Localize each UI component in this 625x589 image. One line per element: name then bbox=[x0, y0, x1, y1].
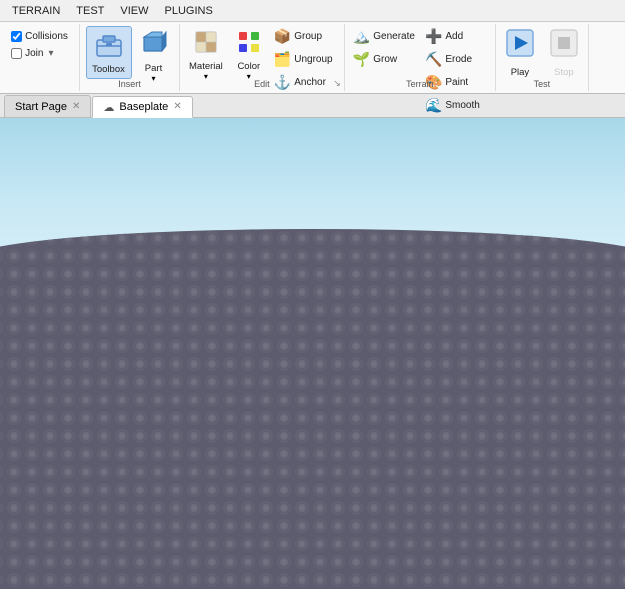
generate-label: Generate bbox=[373, 31, 415, 42]
ungroup-icon: 🗂️ bbox=[274, 51, 291, 68]
material-button[interactable]: Material ▾ bbox=[184, 26, 228, 84]
menu-terrain[interactable]: TERRAIN bbox=[4, 3, 68, 19]
toolbox-label: Toolbox bbox=[92, 64, 125, 75]
color-icon bbox=[236, 29, 262, 59]
tab-start-page-label: Start Page bbox=[15, 101, 67, 113]
part-button[interactable]: Part ▾ bbox=[134, 26, 174, 86]
tab-start-page-close[interactable]: ✕ bbox=[72, 102, 80, 112]
material-label: Material bbox=[189, 61, 223, 72]
stop-icon bbox=[550, 29, 578, 65]
ungroup-button[interactable]: 🗂️ Ungroup bbox=[270, 49, 340, 70]
group-icon: 📦 bbox=[274, 28, 291, 45]
generate-button[interactable]: 🏔️ Generate bbox=[349, 26, 419, 47]
test-label: Test bbox=[496, 79, 588, 89]
part-icon bbox=[140, 29, 168, 61]
viewport[interactable] bbox=[0, 118, 625, 589]
terrain-label: Terrain bbox=[345, 79, 495, 89]
play-icon bbox=[506, 29, 534, 65]
erode-label: Erode bbox=[445, 54, 472, 65]
ungroup-label: Ungroup bbox=[294, 54, 332, 65]
smooth-button[interactable]: 🌊 Smooth bbox=[421, 95, 491, 116]
terrain-svg bbox=[0, 229, 625, 589]
play-label: Play bbox=[511, 67, 529, 78]
grow-button[interactable]: 🌱 Grow bbox=[349, 49, 419, 70]
tab-baseplate-close[interactable]: ✕ bbox=[173, 102, 181, 112]
erode-icon: ⛏️ bbox=[425, 51, 442, 68]
play-button[interactable]: Play bbox=[500, 26, 540, 81]
menu-bar: TERRAIN TEST VIEW PLUGINS bbox=[0, 0, 625, 22]
menu-view[interactable]: VIEW bbox=[112, 3, 156, 19]
smooth-icon: 🌊 bbox=[425, 97, 442, 114]
color-label: Color bbox=[237, 61, 260, 72]
tab-baseplate[interactable]: ☁ Baseplate ✕ bbox=[92, 96, 192, 118]
join-checkbox[interactable]: Join ▾ bbox=[9, 47, 55, 60]
toolbox-icon bbox=[95, 30, 123, 62]
add-button[interactable]: ➕ Add bbox=[421, 26, 491, 47]
terrain-ground bbox=[0, 229, 625, 589]
menu-test[interactable]: TEST bbox=[68, 3, 112, 19]
toolbox-button[interactable]: Toolbox bbox=[86, 26, 132, 79]
part-label: Part bbox=[145, 63, 162, 74]
insert-label: Insert bbox=[80, 79, 179, 89]
join-label: Join bbox=[25, 48, 43, 59]
tab-baseplate-label: Baseplate bbox=[119, 101, 168, 113]
smooth-label: Smooth bbox=[445, 100, 479, 111]
erode-button[interactable]: ⛏️ Erode bbox=[421, 49, 491, 70]
grow-label: Grow bbox=[373, 54, 397, 65]
grow-icon: 🌱 bbox=[353, 51, 370, 68]
material-icon bbox=[193, 29, 219, 59]
add-icon: ➕ bbox=[425, 28, 442, 45]
tab-start-page[interactable]: Start Page ✕ bbox=[4, 95, 91, 117]
edit-label: Edit bbox=[180, 79, 344, 89]
collisions-checkbox[interactable]: Collisions bbox=[9, 30, 70, 43]
stop-button[interactable]: Stop bbox=[544, 26, 584, 81]
collisions-label: Collisions bbox=[25, 31, 68, 42]
edit-expand-icon[interactable]: ↘ bbox=[333, 78, 341, 89]
cloud-icon: ☁ bbox=[103, 101, 114, 114]
stop-label: Stop bbox=[554, 67, 574, 78]
group-button[interactable]: 📦 Group bbox=[270, 26, 340, 47]
group-label: Group bbox=[294, 31, 322, 42]
ribbon: Collisions Join ▾ bbox=[0, 22, 625, 94]
add-label: Add bbox=[445, 31, 463, 42]
join-dropdown[interactable]: ▾ bbox=[48, 48, 53, 59]
menu-plugins[interactable]: PLUGINS bbox=[157, 3, 221, 19]
generate-icon: 🏔️ bbox=[353, 28, 370, 45]
color-button[interactable]: Color ▾ bbox=[230, 26, 268, 84]
